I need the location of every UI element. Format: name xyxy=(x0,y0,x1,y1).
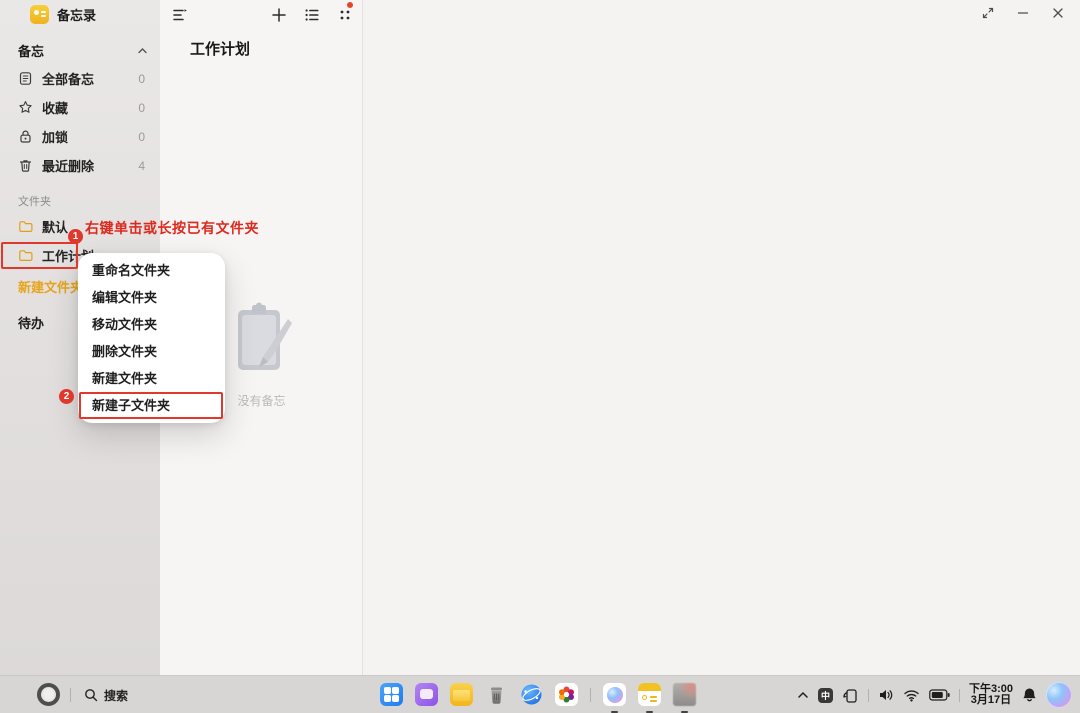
screen-cast-icon[interactable] xyxy=(842,687,859,704)
menu-item-move-folder[interactable]: 移动文件夹 xyxy=(78,311,225,338)
new-folder-button[interactable]: 新建文件夹 xyxy=(18,277,83,296)
app-title: 备忘录 xyxy=(57,8,97,23)
screenshot-thumbnail[interactable] xyxy=(673,683,696,706)
assistant-orb-icon[interactable] xyxy=(1046,682,1072,708)
all-notes-icon xyxy=(19,72,32,85)
chevron-up-icon[interactable] xyxy=(797,689,809,701)
annotation-step-badge-1: 1 xyxy=(68,229,83,244)
tray-divider xyxy=(958,688,960,702)
sidebar-item-todo[interactable]: 待办 xyxy=(18,313,44,332)
memo-group-header[interactable]: 备忘 xyxy=(18,41,150,60)
list-view-icon[interactable] xyxy=(304,7,320,23)
system-tray: 中 下午3:00 3月17日 xyxy=(797,676,1072,713)
annotation-step-badge-2: 2 xyxy=(59,389,74,404)
resize-window-icon[interactable] xyxy=(981,6,995,20)
wifi-icon[interactable] xyxy=(903,687,920,703)
taskbar-search[interactable]: 搜索 xyxy=(84,676,128,713)
app-header: 备忘录 xyxy=(30,5,96,24)
app-grid-icon[interactable] xyxy=(380,683,403,706)
sidebar-item-all-notes[interactable]: 全部备忘 0 xyxy=(0,64,160,93)
memo-app-logo-icon xyxy=(30,5,49,24)
add-note-icon[interactable] xyxy=(271,7,287,23)
sidebar-item-count: 0 xyxy=(138,129,145,144)
volume-icon[interactable] xyxy=(878,687,894,703)
taskbar: 搜索 中 下午3:00 3月17日 xyxy=(0,675,1080,713)
minimize-window-icon[interactable] xyxy=(1016,6,1030,20)
window-controls xyxy=(981,6,1065,20)
memo-group-title: 备忘 xyxy=(18,44,45,59)
notification-bell-icon[interactable] xyxy=(1022,687,1037,703)
gallery-icon[interactable] xyxy=(555,683,578,706)
browser-icon[interactable] xyxy=(520,683,543,706)
folders-section-label: 文件夹 xyxy=(18,196,51,208)
main-content-area xyxy=(364,0,1080,675)
notes-app-icon[interactable] xyxy=(638,683,661,706)
sidebar-item-locked[interactable]: 加锁 0 xyxy=(0,122,160,151)
sidebar-item-count: 4 xyxy=(138,158,145,173)
panel-toolbar xyxy=(172,7,353,23)
files-app-icon[interactable] xyxy=(450,683,473,706)
search-icon xyxy=(85,689,98,702)
recycle-bin-icon[interactable] xyxy=(485,683,508,706)
multitask-icon[interactable] xyxy=(415,683,438,706)
annotation-box-new-subfolder xyxy=(79,392,223,419)
panel-title: 工作计划 xyxy=(190,41,251,58)
start-button-icon[interactable] xyxy=(37,683,60,706)
dock-divider xyxy=(590,687,591,702)
dock xyxy=(380,683,696,706)
sidebar-item-label: 最近删除 xyxy=(42,159,95,174)
screen: 备忘录 备忘 全部备忘 0 收藏 0 加锁 0 最近删除 4 文件夹 默认 工作… xyxy=(0,0,1080,713)
sidebar-item-count: 0 xyxy=(138,71,145,86)
sidebar-item-label: 收藏 xyxy=(42,101,69,116)
tray-divider xyxy=(867,688,869,702)
menu-item-rename-folder[interactable]: 重命名文件夹 xyxy=(78,257,225,284)
annotation-tip-text: 右键单击或长按已有文件夹 xyxy=(85,220,259,236)
battery-icon[interactable] xyxy=(929,689,950,701)
trash-icon xyxy=(19,160,32,172)
star-icon xyxy=(19,101,32,113)
search-label: 搜索 xyxy=(104,688,129,703)
taskbar-clock[interactable]: 下午3:00 3月17日 xyxy=(969,683,1013,707)
sidebar-item-label: 加锁 xyxy=(42,130,69,145)
menu-item-edit-folder[interactable]: 编辑文件夹 xyxy=(78,284,225,311)
sidebar-item-recently-deleted[interactable]: 最近删除 4 xyxy=(0,151,160,180)
folder-icon xyxy=(19,221,33,232)
sidebar-nav: 全部备忘 0 收藏 0 加锁 0 最近删除 4 xyxy=(0,64,160,180)
close-window-icon[interactable] xyxy=(1051,6,1065,20)
notification-dot xyxy=(347,2,353,8)
more-dots-icon[interactable] xyxy=(337,7,353,23)
chevron-up-icon[interactable] xyxy=(135,45,150,57)
menu-item-new-folder[interactable]: 新建文件夹 xyxy=(78,365,225,392)
annotation-box-folder xyxy=(1,242,78,269)
clock-date: 3月17日 xyxy=(970,694,1012,706)
sidebar-item-favorites[interactable]: 收藏 0 xyxy=(0,93,160,122)
sidebar-item-count: 0 xyxy=(138,100,145,115)
taskbar-divider xyxy=(70,688,71,702)
input-method-icon[interactable]: 中 xyxy=(817,687,833,703)
assistant-sphere-icon[interactable] xyxy=(603,683,626,706)
collapse-sidebar-icon[interactable] xyxy=(172,7,188,23)
lock-icon xyxy=(20,130,31,143)
clipboard-icon xyxy=(237,302,292,370)
sidebar-item-label: 全部备忘 xyxy=(42,72,95,87)
menu-item-delete-folder[interactable]: 删除文件夹 xyxy=(78,338,225,365)
